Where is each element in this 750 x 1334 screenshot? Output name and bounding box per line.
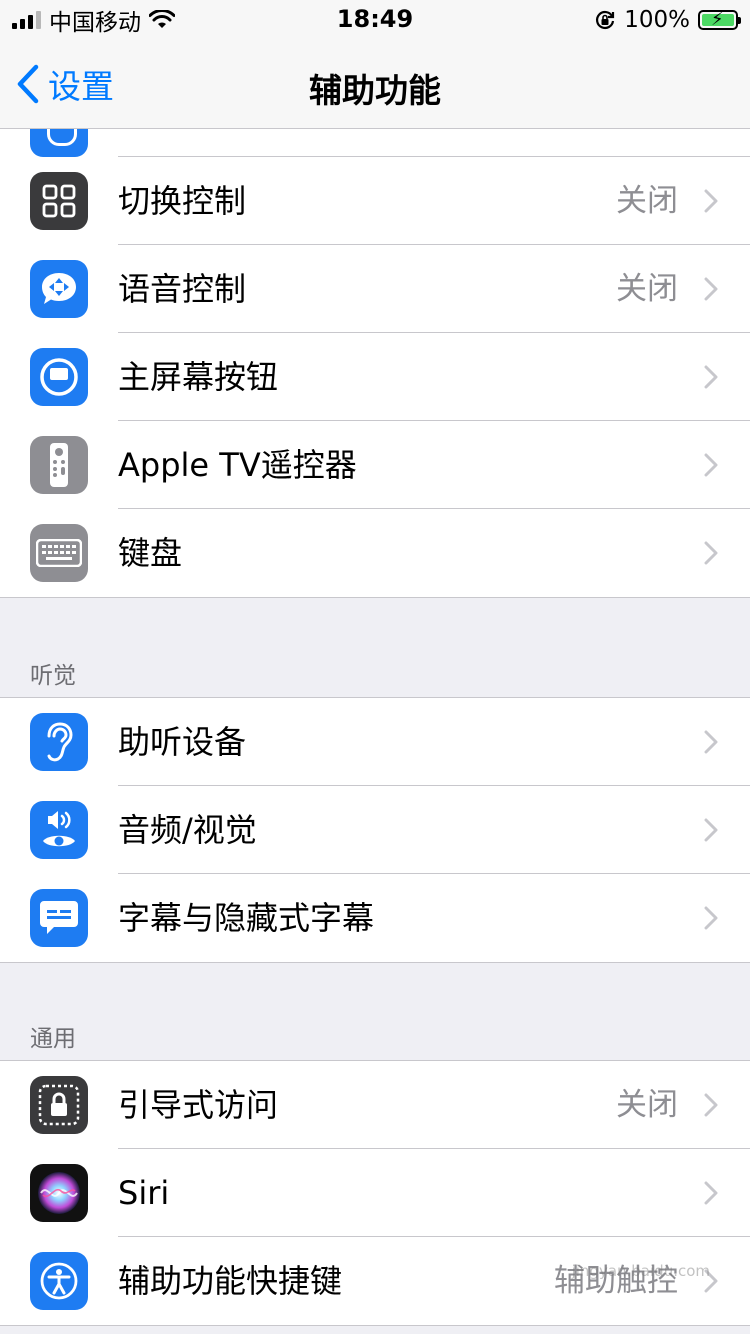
subtitles-icon [30, 889, 88, 947]
list-item-home-button[interactable]: 主屏幕按钮 [0, 333, 750, 421]
list-item-guided-access[interactable]: 引导式访问 关闭 [0, 1061, 750, 1149]
accessibility-icon [30, 1252, 88, 1310]
siri-icon [30, 1164, 88, 1222]
home-button-icon [30, 348, 88, 406]
general-group: 引导式访问 关闭 Siri 辅助功能快捷键 辅助触控 [0, 1060, 750, 1326]
watermark: jingyan.baidu.com [572, 1262, 710, 1279]
list-item-label: 语音控制 [118, 270, 247, 308]
battery-icon: ⚡ [698, 9, 741, 30]
chevron-right-icon [704, 906, 718, 930]
switch-control-icon [30, 172, 88, 230]
list-item-audio-visual[interactable]: 音频/视觉 [0, 786, 750, 874]
partial-row [0, 129, 750, 157]
audio-visual-icon [30, 801, 88, 859]
chevron-right-icon [704, 189, 718, 213]
list-item-subtitles[interactable]: 字幕与隐藏式字幕 [0, 874, 750, 962]
nav-bar: 设置 辅助功能 [0, 40, 750, 129]
list-item-label: 字幕与隐藏式字幕 [118, 899, 375, 937]
chevron-right-icon [704, 277, 718, 301]
list-item-switch-control[interactable]: 切换控制 关闭 [0, 157, 750, 245]
list-item-value: 辅助触控 [554, 1263, 678, 1299]
orientation-lock-icon [596, 10, 615, 30]
voice-control-icon [30, 260, 88, 318]
list-item-hearing-devices[interactable]: 助听设备 [0, 698, 750, 786]
chevron-right-icon [704, 1181, 718, 1205]
list-item-label: 音频/视觉 [118, 811, 257, 849]
watermark-text: jingyan.baidu.com [571, 1262, 710, 1280]
chevron-right-icon [704, 541, 718, 565]
list-item-label: 辅助功能快捷键 [118, 1262, 343, 1300]
chevron-right-icon [704, 1093, 718, 1117]
list-item-value: 关闭 [616, 271, 678, 307]
page-title: 辅助功能 [309, 71, 441, 110]
list-item-siri[interactable]: Siri [0, 1149, 750, 1237]
keyboard-icon [30, 524, 88, 582]
list-item-label: 主屏幕按钮 [118, 358, 279, 396]
list-item-voice-control[interactable]: 语音控制 关闭 [0, 245, 750, 333]
section-header-general: 通用 [30, 1026, 76, 1052]
status-right: 100% ⚡ [594, 6, 741, 34]
partial-row-icon [30, 129, 88, 157]
chevron-right-icon [704, 818, 718, 842]
list-item-label: 键盘 [118, 534, 183, 572]
list-item-label: 助听设备 [118, 723, 247, 761]
chevron-right-icon [704, 365, 718, 389]
guided-access-icon [30, 1076, 88, 1134]
list-item-accessibility-shortcut[interactable]: 辅助功能快捷键 辅助触控 [0, 1237, 750, 1325]
chevron-right-icon [704, 730, 718, 754]
list-item-label: Apple TV遥控器 [118, 446, 357, 484]
list-item-value: 关闭 [616, 183, 678, 219]
remote-icon [30, 436, 88, 494]
list-item-label: 切换控制 [118, 182, 247, 220]
list-item-value: 关闭 [616, 1087, 678, 1123]
ear-icon [30, 713, 88, 771]
list-item-keyboard[interactable]: 键盘 [0, 509, 750, 597]
hearing-group: 助听设备 音频/视觉 字幕与隐藏式字幕 [0, 697, 750, 963]
list-item-label: Siri [118, 1174, 170, 1212]
physical-group: 切换控制 关闭 语音控制 关闭 主屏幕按钮 Apple TV遥控器 键盘 [0, 157, 750, 598]
list-item-apple-tv-remote[interactable]: Apple TV遥控器 [0, 421, 750, 509]
status-bar: 中国移动 18:49 100% ⚡ [0, 0, 750, 40]
section-header-hearing: 听觉 [30, 663, 76, 689]
battery-percent: 100% [624, 7, 690, 33]
chevron-right-icon [704, 453, 718, 477]
list-item-label: 引导式访问 [118, 1086, 279, 1124]
